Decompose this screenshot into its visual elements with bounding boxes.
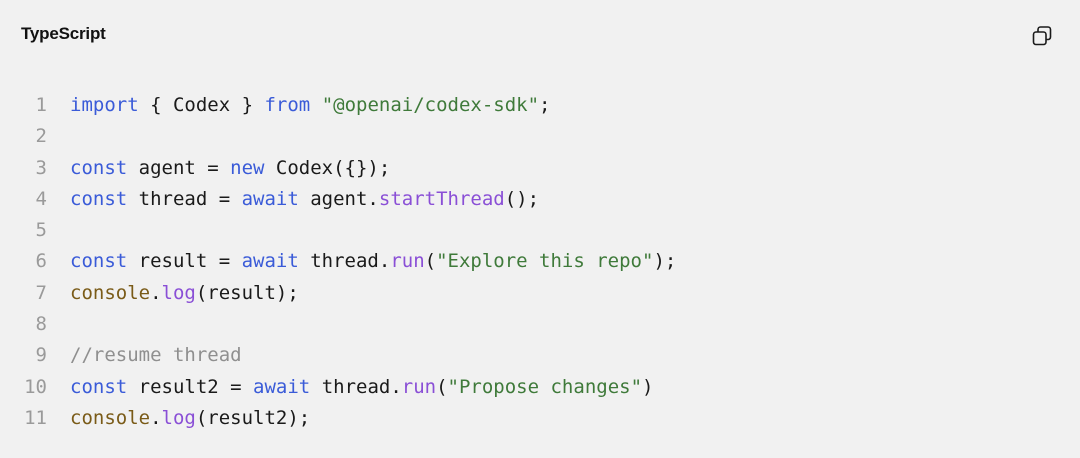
code-token: ) bbox=[642, 375, 654, 398]
code-token: "Propose changes" bbox=[447, 375, 643, 398]
code-line: 5 bbox=[0, 215, 1080, 246]
code-token: "Explore this repo" bbox=[436, 250, 654, 273]
code-line: 10 const result2 = await thread.run("Prop… bbox=[0, 372, 1080, 403]
code-line-content: const result2 = await thread.run("Propos… bbox=[70, 372, 653, 403]
line-number: 3 bbox=[35, 156, 47, 179]
code-line-content: const result = await thread.run("Explore… bbox=[70, 246, 676, 277]
line-number: 9 bbox=[35, 344, 47, 367]
code-token: const bbox=[70, 375, 128, 398]
code-token: thread. bbox=[298, 250, 391, 273]
code-token: thread. bbox=[310, 375, 402, 398]
code-line: 2 bbox=[0, 121, 1080, 152]
code-token: result = bbox=[127, 250, 242, 273]
code-token: "@openai/codex-sdk" bbox=[321, 94, 540, 116]
code-token: (result); bbox=[195, 281, 299, 304]
code-area[interactable]: 1 import { Codex } from "@openai/codex-sd… bbox=[0, 90, 1080, 434]
code-block: TypeScript 1 import { Codex } from "@open… bbox=[0, 0, 1080, 458]
line-number: 2 bbox=[35, 125, 47, 148]
copy-icon bbox=[1032, 26, 1052, 46]
code-token: const bbox=[70, 250, 128, 273]
code-token: run bbox=[401, 375, 437, 398]
line-number: 7 bbox=[35, 281, 47, 304]
code-line: 8 bbox=[0, 309, 1080, 340]
line-number: 6 bbox=[35, 250, 47, 273]
code-token: const bbox=[70, 156, 128, 179]
copy-button[interactable] bbox=[1030, 24, 1054, 48]
line-number: 5 bbox=[35, 219, 47, 242]
code-token: . bbox=[150, 281, 162, 304]
code-line: 3 const agent = new Codex({}); bbox=[0, 153, 1080, 184]
code-token: log bbox=[161, 281, 196, 304]
code-token: Codex({}); bbox=[264, 156, 391, 179]
code-token: import bbox=[70, 94, 139, 116]
code-token: await bbox=[241, 187, 299, 210]
code-line-content: console.log(result2); bbox=[70, 403, 310, 434]
code-token: run bbox=[390, 250, 425, 273]
code-line: 11 console.log(result2); bbox=[0, 403, 1080, 434]
code-token: startThread bbox=[378, 187, 505, 210]
code-line-content: const agent = new Codex({}); bbox=[70, 153, 390, 184]
code-line-content: import { Codex } from "@openai/codex-sdk… bbox=[70, 90, 551, 121]
code-token: log bbox=[161, 406, 196, 429]
code-line: 7 console.log(result); bbox=[0, 278, 1080, 309]
code-token: console bbox=[70, 281, 151, 304]
code-token: { Codex } bbox=[138, 94, 265, 116]
code-token: await bbox=[241, 250, 299, 273]
code-token: //resume thread bbox=[70, 344, 242, 367]
line-number: 11 bbox=[24, 406, 47, 429]
code-line: 4 const thread = await agent.startThread(… bbox=[0, 184, 1080, 215]
line-number: 10 bbox=[24, 375, 47, 398]
code-line: 1 import { Codex } from "@openai/codex-sd… bbox=[0, 90, 1080, 121]
code-token: console bbox=[70, 406, 151, 429]
code-token: result2 = bbox=[127, 375, 254, 398]
code-line: 6 const result = await thread.run("Explor… bbox=[0, 246, 1080, 277]
line-number: 4 bbox=[35, 187, 47, 210]
code-line-content: console.log(result); bbox=[70, 278, 299, 309]
code-token: await bbox=[253, 375, 311, 398]
code-line: 9 //resume thread bbox=[0, 340, 1080, 371]
code-token: (); bbox=[504, 187, 540, 210]
code-token: (result2); bbox=[195, 406, 311, 429]
code-token: ); bbox=[653, 250, 677, 273]
code-token: from bbox=[264, 94, 311, 116]
code-token: ( bbox=[436, 375, 448, 398]
language-label: TypeScript bbox=[21, 24, 106, 43]
line-number: 8 bbox=[35, 313, 47, 336]
code-line-content: const thread = await agent.startThread()… bbox=[70, 184, 539, 215]
code-token: agent = bbox=[127, 156, 231, 179]
line-number: 1 bbox=[35, 94, 47, 116]
code-token: ( bbox=[424, 250, 437, 273]
code-token: agent. bbox=[298, 187, 379, 210]
code-token: new bbox=[230, 156, 265, 179]
code-token: thread = bbox=[127, 187, 242, 210]
code-token: ; bbox=[539, 94, 551, 116]
code-token: const bbox=[70, 187, 128, 210]
code-token: . bbox=[150, 406, 162, 429]
code-line-content: //resume thread bbox=[70, 340, 242, 371]
